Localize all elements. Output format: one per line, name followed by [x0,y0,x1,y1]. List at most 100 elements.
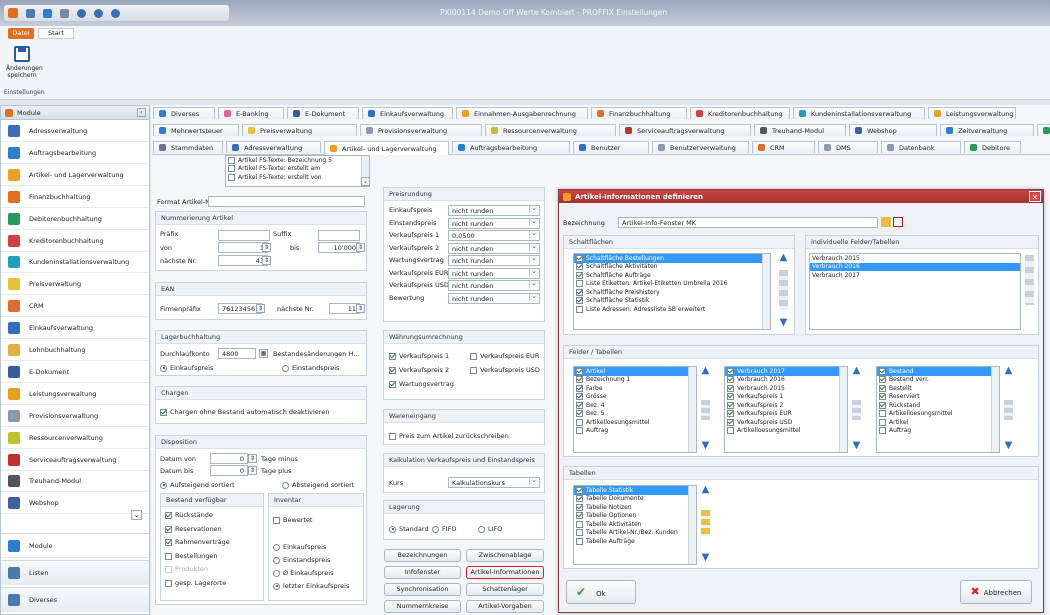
checkbox-gesp-lagerorte[interactable]: gesp. Lagerorte [165,579,226,587]
list-item[interactable]: Bez. 4 [574,401,696,410]
sidebar-item[interactable]: Provisionsverwaltung [1,406,149,427]
checkbox-vp-usd[interactable]: Verkaufspreis USD [470,366,540,374]
datum-von-input[interactable]: 0 [210,453,248,464]
rundung-select[interactable]: nicht runden [448,217,540,229]
list-item[interactable]: Schaltfläche Aufträge [574,271,770,280]
felder-list-3[interactable]: Bestand Bestand verr. Bestellt Reserviert Rü… [876,366,1000,453]
list-item[interactable]: Bestellt [877,384,999,393]
dialog-close-icon[interactable]: ✕ [1029,191,1041,202]
checkbox[interactable] [576,418,583,426]
sidebar-item[interactable]: Kundeninstallationsverwaltung [1,252,149,274]
list-tools-icon[interactable] [1025,255,1034,305]
checkbox[interactable] [879,401,886,409]
radio-einstandspreis[interactable]: Einstandspreis [282,364,339,372]
checkbox[interactable] [727,401,734,409]
move-down-icon[interactable]: ▼ [1003,441,1014,452]
ribbon-tab-datei[interactable]: Datei [8,28,34,39]
sidebar-bottom-item[interactable]: Listen [1,560,149,585]
list-item[interactable]: Reserviert [877,393,999,402]
rundung-select[interactable]: nicht runden [448,280,540,291]
list-item[interactable]: Verbrauch 2016 [810,262,1020,271]
list-item[interactable]: Schaltfläche Aktivitäten [574,263,770,272]
copy-icon[interactable] [60,8,69,18]
move-up-icon[interactable]: ▲ [1003,366,1014,377]
artikel-vorgaben-button[interactable]: Artikel-Vorgaben [466,600,544,613]
checkbox[interactable] [576,263,583,271]
list-item[interactable]: Tabelle Artikel-Nr./Bez. Kunden [574,529,696,538]
checkbox[interactable] [576,520,583,528]
rundung-select[interactable]: nicht runden [448,292,540,304]
checkbox[interactable] [727,384,734,392]
rundung-select[interactable]: nicht runden [448,267,540,279]
tab-debitore[interactable]: Debitore [964,141,1021,153]
list-item[interactable]: Artikel FS-Texte: Bezeichnung 5 [226,156,369,165]
checkbox-bestellungen[interactable]: Bestellungen [165,552,218,560]
tab-finanzbuchhaltung[interactable]: Finanzbuchhaltung [591,107,687,119]
folder-icon[interactable] [881,217,891,227]
list-item[interactable]: Verbrauch 2015 [725,384,847,393]
tab-webshop[interactable]: Webshop [849,124,937,136]
move-up-icon[interactable]: ▲ [851,366,862,377]
cancel-button[interactable]: ✖ Abbrechen [960,580,1032,604]
checkbox[interactable] [576,486,583,494]
bis-input[interactable]: 10'000 [318,242,360,253]
list-item[interactable]: Artikel FS-Texte: erstellt am [226,165,369,174]
synchronisation-button[interactable]: Synchronisation [384,583,461,596]
tab-diverses[interactable]: Diverses [153,107,215,119]
move-down-icon[interactable]: ▼ [700,553,711,564]
radio-einkaufspreis[interactable]: Einkaufspreis [160,364,213,372]
tab-einnahmen-ausgabenrechnung[interactable]: Einnahmen-Ausgabenrechnung [456,107,588,119]
list-item[interactable]: Artikelloesungsmittel [877,410,999,419]
stepper-icon[interactable]: ⇕ [262,256,271,265]
checkbox[interactable] [576,427,583,435]
print-icon[interactable] [43,8,52,18]
list-item[interactable]: Verbrauch 2017 [810,271,1020,280]
checkbox[interactable] [727,410,734,418]
tabellen-list[interactable]: Tabelle Statistik Tabelle Dokumente Tabell… [573,485,697,565]
tab-crm[interactable]: CRM [752,141,815,153]
format-artikel-input[interactable] [208,196,365,207]
list-item[interactable]: Schaltfläche Preishistory [574,288,770,297]
checkbox[interactable] [576,529,583,537]
schaltflaechen-list[interactable]: Schaltfläche Bestellungen Schaltfläche Ak… [573,253,771,330]
scrollbar[interactable] [991,367,999,452]
checkbox-reservationen[interactable]: Reservationen [165,525,222,533]
stepper-icon[interactable]: ⇕ [248,466,257,475]
durchlaufkonto-input[interactable]: 4800 [218,348,256,359]
kurs-select[interactable]: Kalkulationskurs [448,477,540,488]
checkbox-rahmenvertraege[interactable]: Rahmenverträge [165,538,230,546]
list-item[interactable]: Bez. 5 [574,410,696,419]
checkbox[interactable] [576,401,583,409]
tab-ressourcenverwaltung[interactable]: Ressourcenverwaltung [485,124,616,136]
radio-lifo[interactable]: LIFO [478,525,502,533]
list-tools-icon[interactable] [701,510,710,536]
bezeichnung-input[interactable]: Artikel-Info-Fenster MK [618,217,878,228]
felder-list-2[interactable]: Verbrauch 2017 Verbrauch 2016 Verbrauch 20… [724,366,848,453]
sidebar-bottom-item[interactable]: Module [1,533,149,558]
radio-inv-durchschnitt[interactable]: Ø Einkaufspreis [273,569,334,577]
sidebar-item[interactable]: CRM [1,296,149,318]
radio-inv-letzter[interactable]: letzter Einkaufspreis [273,582,349,590]
checkbox[interactable] [576,537,583,545]
tab-provisionsverwaltung[interactable]: Provisionsverwaltung [360,124,482,136]
list-item[interactable]: Tabelle Notizen [574,503,696,512]
refresh-icon[interactable] [111,8,120,18]
stepper-icon[interactable]: ⇕ [356,304,365,313]
sidebar-item[interactable]: Finanzbuchhaltung [1,187,149,208]
calendar-icon[interactable]: ▦ [259,349,268,358]
sidebar-chevron-icon[interactable]: ⌄ [131,510,142,520]
checkbox[interactable] [727,427,734,435]
rundung-select[interactable]: 0.0500 [448,230,540,241]
sidebar-item[interactable]: Artikel- und Lagerverwaltung [1,165,149,186]
sidebar-item[interactable]: Serviceauftragsverwaltung [1,450,149,471]
checkbox[interactable] [879,376,886,384]
redo-icon[interactable] [94,8,103,18]
checkbox[interactable] [727,418,734,426]
list-item[interactable]: Artikel FS-Texte: erstellt von [226,173,369,182]
tab-adressverwaltung[interactable]: Adressverwaltung [226,141,321,153]
list-item[interactable]: Grösse [574,393,696,402]
tab-e-dokument[interactable]: E-Dokument [287,107,359,119]
checkbox-bewertet[interactable]: Bewertet [273,516,313,524]
sidebar-bottom-item[interactable]: Diverses [1,587,149,612]
list-item[interactable]: Tabelle Optionen [574,512,696,521]
